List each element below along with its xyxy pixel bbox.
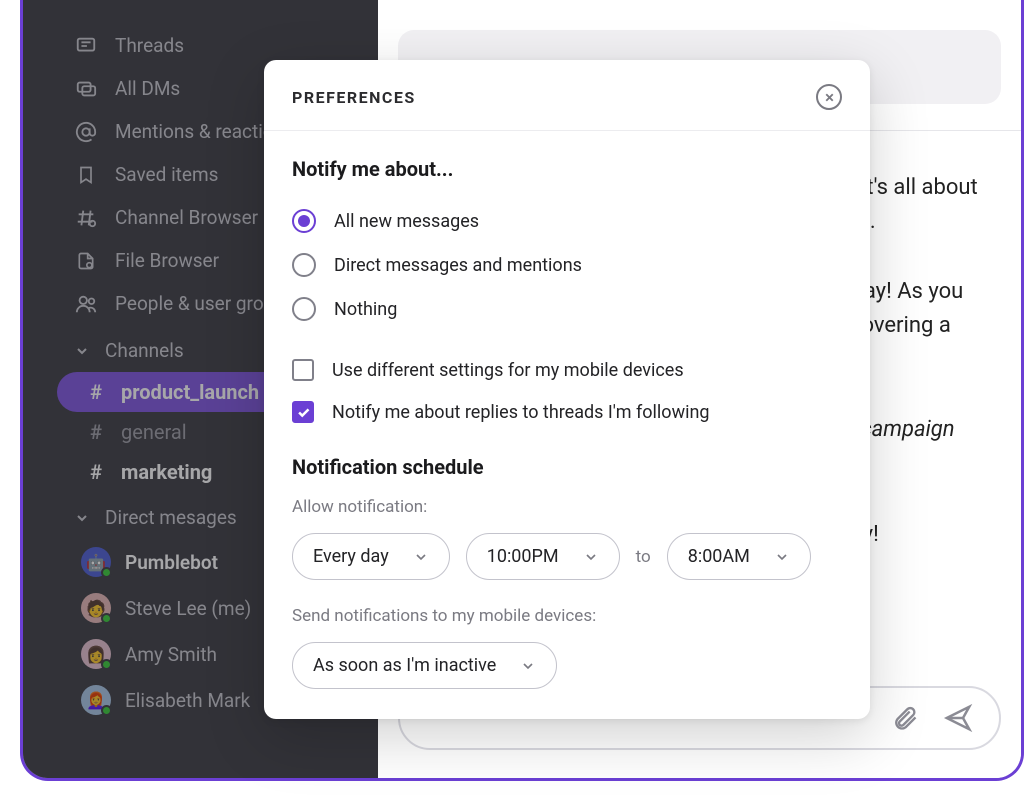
allow-notification-label: Allow notification: (292, 497, 842, 517)
time-to-select[interactable]: 8:00AM (667, 533, 811, 580)
chevron-down-icon (413, 549, 429, 565)
check-mobile-settings[interactable]: Use different settings for my mobile dev… (292, 349, 842, 391)
notify-title: Notify me about... (292, 157, 842, 181)
radio-indicator (292, 253, 316, 277)
avatar: 👩 (81, 639, 111, 669)
send-icon[interactable] (943, 703, 973, 733)
send-mobile-label: Send notifications to my mobile devices: (292, 606, 842, 626)
dm-name: Elisabeth Mark (125, 689, 250, 712)
section-label: Channels (105, 339, 184, 362)
attachment-icon[interactable] (891, 704, 919, 732)
to-label: to (636, 547, 651, 567)
nav-label: Channel Browser (115, 206, 258, 229)
chevron-down-icon (73, 342, 91, 360)
checkbox-label: Notify me about replies to threads I'm f… (332, 402, 710, 423)
chevron-down-icon (774, 549, 790, 565)
presence-indicator (101, 613, 112, 624)
people-icon (75, 293, 97, 315)
bookmark-icon (75, 164, 97, 186)
nav-label: File Browser (115, 249, 219, 272)
radio-indicator (292, 209, 316, 233)
nav-label: Saved items (115, 163, 218, 186)
avatar: 👩‍🦰 (81, 685, 111, 715)
dms-icon (75, 78, 97, 100)
time-from-select[interactable]: 10:00PM (466, 533, 620, 580)
section-label: Direct mesages (105, 506, 237, 529)
presence-indicator (101, 659, 112, 670)
threads-icon (75, 35, 97, 57)
file-browser-icon (75, 250, 97, 272)
checkbox-indicator (292, 359, 314, 381)
schedule-row: Every day 10:00PM to 8:00AM (292, 533, 842, 580)
radio-label: Direct messages and mentions (334, 255, 582, 276)
radio-label: All new messages (334, 211, 479, 232)
presence-indicator (101, 567, 112, 578)
select-value: 10:00PM (487, 546, 559, 567)
dm-name: Pumblebot (125, 551, 218, 574)
frequency-select[interactable]: Every day (292, 533, 450, 580)
check-thread-replies[interactable]: Notify me about replies to threads I'm f… (292, 391, 842, 433)
radio-direct-mentions[interactable]: Direct messages and mentions (292, 243, 842, 287)
radio-label: Nothing (334, 299, 397, 320)
channel-browser-icon (75, 207, 97, 229)
presence-indicator (101, 705, 112, 716)
mobile-when-select[interactable]: As soon as I'm inactive (292, 642, 557, 689)
nav-label: Threads (115, 34, 184, 57)
chevron-down-icon (73, 509, 91, 527)
nav-label: All DMs (115, 77, 180, 100)
radio-indicator (292, 297, 316, 321)
avatar: 🧑 (81, 593, 111, 623)
preferences-modal: PREFERENCES Notify me about... All new m… (264, 60, 870, 719)
chevron-down-icon (583, 549, 599, 565)
dm-name: Steve Lee (me) (125, 597, 251, 620)
channel-name: general (121, 420, 187, 444)
checkbox-label: Use different settings for my mobile dev… (332, 360, 684, 381)
modal-header: PREFERENCES (264, 60, 870, 131)
checkbox-indicator (292, 401, 314, 423)
channel-name: product_launch (121, 380, 259, 404)
select-value: As soon as I'm inactive (313, 655, 496, 676)
hash-icon: # (87, 380, 105, 404)
select-value: 8:00AM (688, 546, 750, 567)
hash-icon: # (87, 420, 105, 444)
select-value: Every day (313, 546, 389, 567)
mentions-icon (75, 121, 97, 143)
radio-nothing[interactable]: Nothing (292, 287, 842, 331)
modal-title: PREFERENCES (292, 88, 416, 107)
hash-icon: # (87, 460, 105, 484)
chevron-down-icon (520, 658, 536, 674)
close-button[interactable] (816, 84, 842, 110)
channel-name: marketing (121, 460, 212, 484)
avatar: 🤖 (81, 547, 111, 577)
schedule-title: Notification schedule (292, 455, 842, 479)
dm-name: Amy Smith (125, 643, 217, 666)
modal-body: Notify me about... All new messages Dire… (264, 131, 870, 719)
radio-all-messages[interactable]: All new messages (292, 199, 842, 243)
